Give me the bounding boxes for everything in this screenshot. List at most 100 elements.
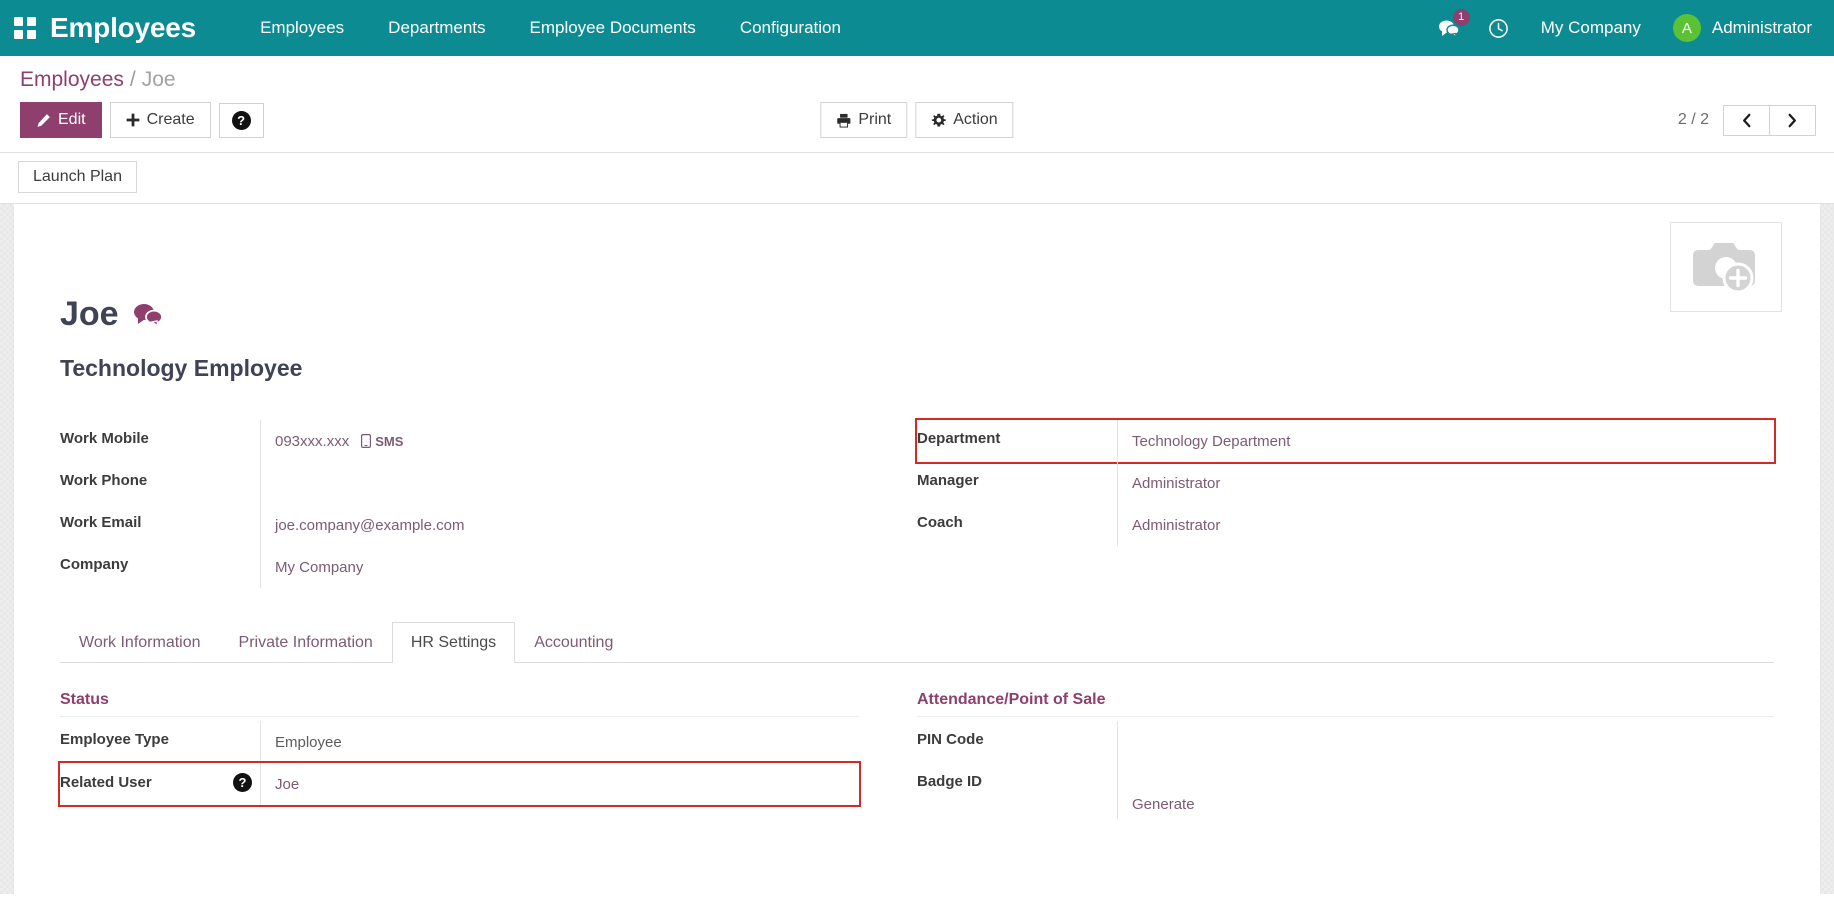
nav-item-employee-documents[interactable]: Employee Documents (508, 12, 718, 44)
related-user-value[interactable]: Joe (275, 776, 299, 793)
control-panel-center-buttons: Print Action (820, 102, 1013, 138)
chat-bubbles-icon[interactable] (133, 302, 163, 327)
tab-accounting[interactable]: Accounting (515, 622, 632, 663)
field-value[interactable]: Generate (1117, 763, 1774, 819)
tab-work-information[interactable]: Work Information (60, 622, 220, 663)
app-brand-title[interactable]: Employees (50, 12, 196, 44)
field-value[interactable]: joe.company@example.com (260, 504, 859, 546)
messages-menu-button[interactable]: 1 (1424, 0, 1474, 56)
field-label-text: Department (917, 430, 1000, 447)
tab-panel-hr-settings: Status Employee Type Employee Related Us… (60, 663, 1774, 819)
avatar: A (1673, 14, 1701, 42)
print-button-label: Print (858, 110, 891, 130)
form-sheet-background: Joe Technology Employee Work Mobile 093x… (0, 204, 1834, 894)
pager-previous-button[interactable] (1723, 105, 1770, 136)
tab-hr-settings[interactable]: HR Settings (392, 622, 515, 663)
chevron-left-icon (1740, 113, 1753, 128)
field-label: Department (917, 420, 1117, 457)
print-button[interactable]: Print (820, 102, 907, 138)
field-label: Work Email (60, 504, 260, 541)
record-action-buttons: Edit Create ? (20, 102, 264, 138)
form-sheet: Joe Technology Employee Work Mobile 093x… (14, 204, 1820, 894)
field-label-text: Badge ID (917, 773, 982, 790)
employee-type-value[interactable]: Employee (275, 734, 342, 751)
field-value[interactable]: Technology Department (1117, 420, 1774, 462)
hr-settings-left-group: Status Employee Type Employee Related Us… (60, 691, 917, 819)
field-label: Coach (917, 504, 1117, 541)
pager-next-button[interactable] (1770, 105, 1816, 136)
field-badge-id: Badge ID Generate (917, 763, 1774, 819)
header-field-groups: Work Mobile 093xxx.xxx SMS (60, 420, 1774, 588)
field-label: Work Phone (60, 462, 260, 499)
nav-item-configuration[interactable]: Configuration (718, 12, 863, 44)
pager-buttons (1723, 105, 1816, 136)
work-email-value[interactable]: joe.company@example.com (275, 517, 464, 534)
question-circle-icon[interactable]: ? (233, 773, 252, 792)
nav-item-departments[interactable]: Departments (366, 12, 507, 44)
nav-item-employees[interactable]: Employees (238, 12, 366, 44)
employee-title-row: Joe (60, 296, 1774, 333)
coach-value[interactable]: Administrator (1132, 517, 1220, 534)
field-value[interactable]: 093xxx.xxx SMS (260, 420, 859, 462)
manager-value[interactable]: Administrator (1132, 475, 1220, 492)
job-title: Technology Employee (60, 355, 1774, 382)
field-value[interactable]: Administrator (1117, 462, 1774, 504)
activities-menu-button[interactable] (1474, 0, 1523, 56)
mobile-icon (361, 434, 371, 448)
messages-badge-count: 1 (1453, 9, 1470, 26)
field-label: Badge ID (917, 763, 1117, 800)
edit-button-label: Edit (58, 110, 86, 130)
launch-plan-button[interactable]: Launch Plan (18, 161, 137, 193)
notebook: Work Information Private Information HR … (60, 622, 1774, 819)
breadcrumb-current: Joe (142, 68, 176, 91)
field-label: Work Mobile (60, 420, 260, 457)
notebook-tabs: Work Information Private Information HR … (60, 622, 1774, 663)
company-switcher[interactable]: My Company (1523, 18, 1659, 38)
field-coach: Coach Administrator (917, 504, 1774, 546)
control-panel: Employees / Joe Edit Create ? (0, 56, 1834, 153)
create-button-label: Create (147, 110, 195, 130)
field-value[interactable] (1117, 721, 1774, 763)
field-label-text: Employee Type (60, 731, 169, 748)
field-label: Employee Type (60, 721, 260, 758)
breadcrumb-root-link[interactable]: Employees (20, 68, 124, 91)
field-label-text: PIN Code (917, 731, 984, 748)
top-navbar: Employees Employees Departments Employee… (0, 0, 1834, 56)
printer-icon (836, 113, 851, 128)
field-value[interactable] (260, 462, 859, 504)
field-value[interactable]: Administrator (1117, 504, 1774, 546)
work-mobile-value[interactable]: 093xxx.xxx (275, 433, 349, 450)
generate-badge-link[interactable]: Generate (1132, 796, 1195, 813)
field-work-phone: Work Phone (60, 462, 859, 504)
department-value[interactable]: Technology Department (1132, 433, 1290, 450)
gear-icon (931, 113, 946, 128)
field-work-mobile: Work Mobile 093xxx.xxx SMS (60, 420, 859, 462)
control-panel-buttons-row: Edit Create ? Print (18, 96, 1816, 152)
field-value[interactable]: Joe (260, 763, 859, 805)
group-title-status: Status (60, 691, 859, 717)
edit-button[interactable]: Edit (20, 102, 102, 138)
field-related-user: Related User ? Joe (60, 763, 859, 805)
field-value[interactable]: Employee (260, 721, 859, 763)
question-circle-icon: ? (232, 111, 251, 130)
company-value[interactable]: My Company (275, 559, 363, 576)
user-name-label: Administrator (1712, 18, 1812, 38)
field-value[interactable]: My Company (260, 546, 859, 588)
employee-photo-upload[interactable] (1670, 222, 1782, 312)
action-button[interactable]: Action (915, 102, 1013, 138)
create-button[interactable]: Create (110, 102, 211, 138)
breadcrumb: Employees / Joe (18, 56, 1816, 96)
field-pin-code: PIN Code (917, 721, 1774, 763)
help-button[interactable]: ? (219, 103, 264, 138)
breadcrumb-separator: / (130, 68, 136, 91)
tab-private-information[interactable]: Private Information (220, 622, 392, 663)
field-label-text: Work Phone (60, 472, 147, 489)
right-field-group: Department Technology Department Manager… (917, 420, 1774, 588)
pager: 2 / 2 (1678, 105, 1816, 136)
apps-grid-icon[interactable] (14, 17, 36, 39)
sms-link[interactable]: SMS (361, 434, 403, 449)
navbar-menu: Employees Departments Employee Documents… (238, 12, 863, 44)
user-menu[interactable]: A Administrator (1659, 14, 1812, 42)
sms-link-label: SMS (375, 434, 403, 449)
plus-icon (126, 113, 140, 127)
